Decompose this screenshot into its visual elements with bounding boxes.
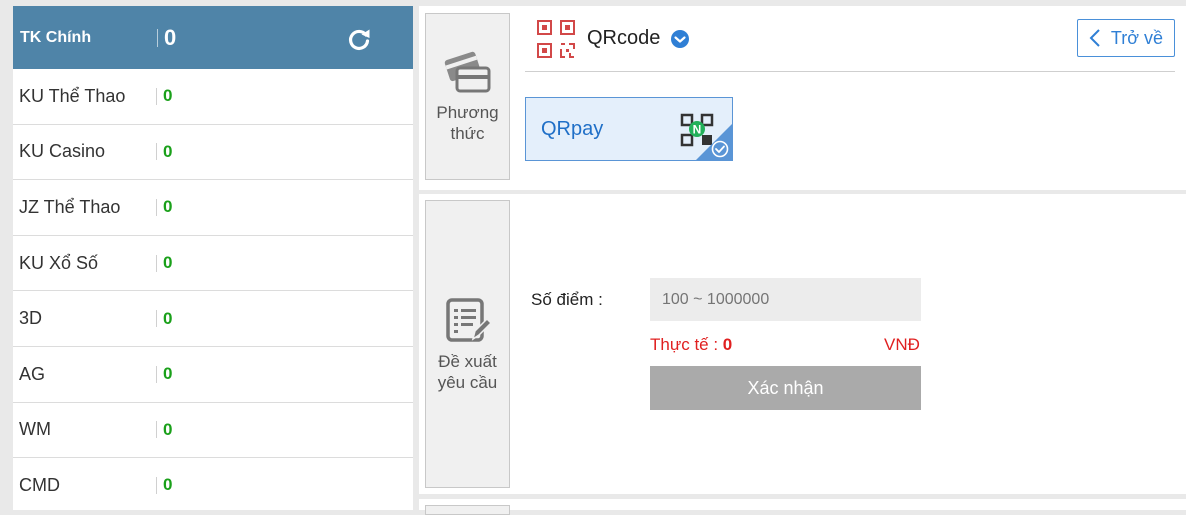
card-icon	[444, 51, 490, 92]
main-account-row: TK Chính 0	[13, 6, 413, 69]
wallet-row-label: WM	[19, 419, 51, 440]
currency-label: VNĐ	[884, 335, 920, 354]
wallet-row-label: KU Thể Thao	[19, 85, 126, 106]
actual-label: Thực tế :	[650, 335, 723, 354]
next-section-card	[419, 499, 1186, 515]
back-button[interactable]: Trở về	[1077, 19, 1175, 57]
method-tab-label-1: Phương	[436, 102, 499, 122]
actual-value: 0	[722, 335, 733, 354]
payment-method-card: Phương thức QRcode Trở về QRpay N	[419, 6, 1186, 190]
wallet-row-label: KU Casino	[19, 141, 106, 162]
main-account-balance: 0	[164, 24, 177, 50]
wallet-row-balance: 0	[163, 308, 173, 328]
wallet-row-label: JZ Thể Thao	[19, 196, 121, 217]
wallet-row-balance: 0	[163, 364, 173, 384]
points-label: Số điểm :	[531, 290, 603, 309]
refresh-icon[interactable]	[346, 26, 372, 52]
method-tab-label-2: thức	[450, 123, 485, 143]
wallet-row-label: CMD	[19, 474, 60, 495]
qr-scan-icon	[537, 19, 575, 58]
wallet-row-3d[interactable]: 3D 0	[13, 291, 413, 347]
wallet-row-jz-the-thao[interactable]: JZ Thể Thao 0	[13, 180, 413, 236]
request-section-tab: Đề xuất yêu cầu	[425, 200, 510, 488]
qrpay-option-label: QRpay	[541, 117, 604, 140]
wallet-panel: TK Chính 0 KU Thể Thao 0 KU Casino 0 JZ …	[13, 6, 413, 510]
request-tab-label-2: yêu cầu	[437, 373, 498, 392]
check-circle-icon	[671, 29, 690, 48]
points-input[interactable]	[650, 278, 921, 321]
form-edit-icon	[445, 298, 492, 342]
confirm-button[interactable]: Xác nhận	[650, 366, 921, 410]
wallet-row-balance: 0	[163, 141, 173, 161]
wallet-row-label: KU Xổ Số	[19, 252, 99, 273]
wallet-row-balance: 0	[163, 475, 173, 495]
next-section-tab	[425, 505, 510, 515]
request-card: Đề xuất yêu cầu Số điểm : Thực tế : 0 VN…	[419, 194, 1186, 494]
main-account-label: TK Chính	[20, 28, 92, 46]
wallet-row-balance: 0	[163, 86, 173, 106]
back-button-label: Trở về	[1110, 27, 1164, 48]
actual-amount-text: Thực tế : 0	[650, 335, 732, 355]
wallet-row-ag[interactable]: AG 0	[13, 347, 413, 403]
wallet-row-ku-casino[interactable]: KU Casino 0	[13, 125, 413, 181]
wallet-row-cmd[interactable]: CMD 0	[13, 458, 413, 510]
wallet-row-label: AG	[19, 363, 46, 384]
method-section-tab: Phương thức	[425, 13, 510, 180]
wallet-row-balance: 0	[163, 253, 173, 273]
check-circle-icon	[711, 140, 729, 158]
wallet-row-ku-the-thao[interactable]: KU Thể Thao 0	[13, 69, 413, 125]
method-title: QRcode	[587, 27, 661, 49]
wallet-row-wm[interactable]: WM 0	[13, 403, 413, 459]
wallet-row-balance: 0	[163, 197, 173, 217]
confirm-button-label: Xác nhận	[747, 377, 824, 398]
request-tab-label-1: Đề xuất	[438, 352, 497, 371]
wallet-row-ku-xo-so[interactable]: KU Xổ Số 0	[13, 236, 413, 292]
chevron-left-icon	[1089, 29, 1100, 47]
qrpay-option[interactable]: QRpay N	[525, 97, 733, 161]
wallet-row-balance: 0	[163, 419, 173, 439]
wallet-row-label: 3D	[19, 308, 43, 329]
